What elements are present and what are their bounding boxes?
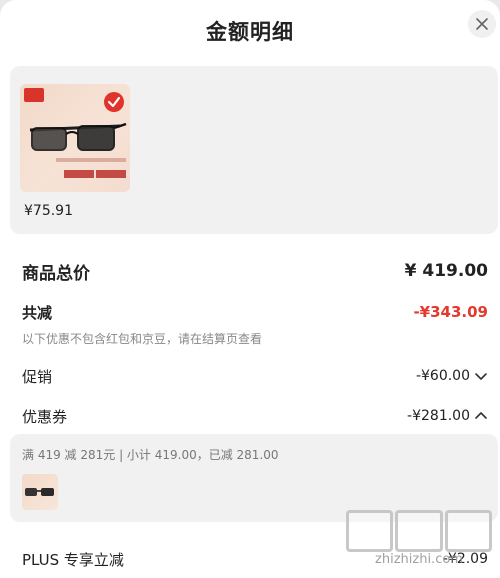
site-watermark: zhizhizhi.com — [346, 510, 492, 570]
total-price-label: 商品总价 — [22, 263, 90, 284]
coupon-label: 优惠券 — [22, 407, 68, 426]
chevron-down-icon[interactable] — [474, 371, 488, 381]
chevron-up-icon[interactable] — [474, 411, 488, 421]
promotion-value: -¥60.00 — [415, 368, 470, 384]
promotion-label: 促销 — [22, 367, 53, 386]
product-card: ¥75.91 — [10, 66, 498, 234]
plus-discount-label: PLUS 专享立减 — [22, 550, 124, 569]
promotion-row[interactable]: 促销 -¥60.00 — [22, 365, 488, 387]
check-badge-icon — [104, 92, 124, 112]
total-reduction-value: -¥343.09 — [413, 303, 488, 321]
coupon-description: 满 419 减 281元 | 小计 419.00，已减 281.00 — [22, 448, 279, 462]
total-price-value: ¥ 419.00 — [404, 261, 488, 281]
close-button[interactable] — [468, 10, 496, 38]
sheet-header: 金额明细 — [0, 0, 500, 62]
amount-detail-sheet: 金额明细 ¥75.91 商品总价 ¥ 419.00 共减 -¥343.09 以下… — [0, 0, 500, 578]
product-tags — [64, 170, 126, 178]
brand-logo — [24, 88, 44, 102]
total-reduction-label: 共减 — [22, 303, 53, 322]
total-price-row: 商品总价 ¥ 419.00 — [22, 258, 488, 284]
close-icon — [476, 18, 488, 30]
product-image[interactable] — [20, 84, 130, 192]
coupon-product-thumbnail[interactable] — [22, 474, 58, 510]
total-reduction-row: 共减 -¥343.09 — [22, 302, 488, 322]
discount-note: 以下优惠不包含红包和京豆，请在结算页查看 — [22, 332, 263, 346]
coupon-row[interactable]: 优惠券 -¥281.00 — [22, 405, 488, 427]
coupon-detail-card: 满 419 减 281元 | 小计 419.00，已减 281.00 — [10, 434, 498, 522]
sheet-title: 金额明细 — [206, 20, 294, 44]
product-price: ¥75.91 — [24, 203, 73, 219]
watermark-text: zhizhizhi.com — [375, 552, 463, 567]
coupon-value: -¥281.00 — [407, 408, 470, 424]
product-caption — [56, 158, 126, 162]
glasses-illustration — [29, 122, 127, 151]
